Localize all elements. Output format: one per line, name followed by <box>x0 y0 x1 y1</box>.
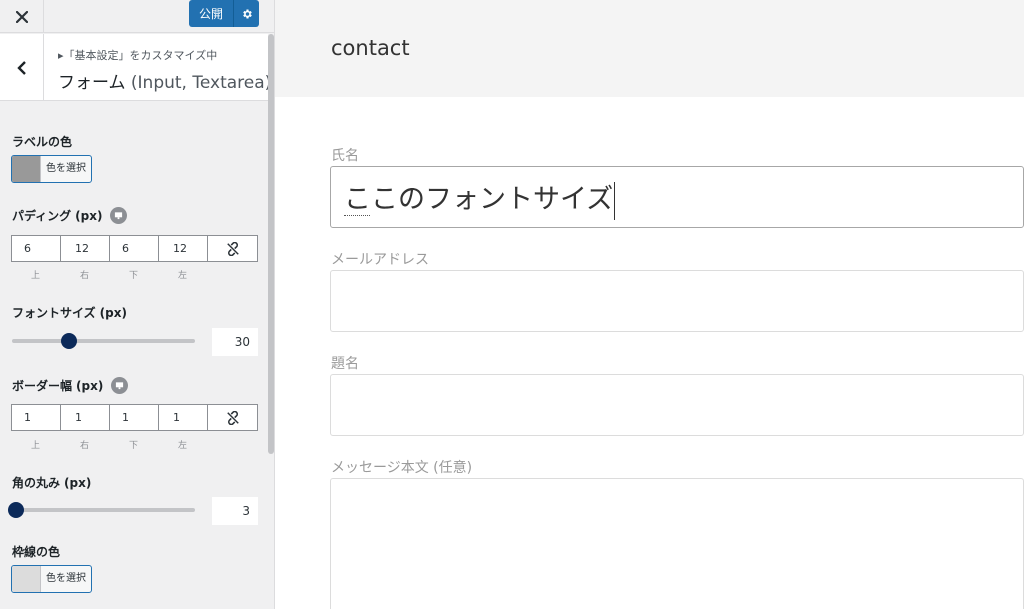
label-color-text: ラベルの色 <box>12 135 73 149</box>
message-textarea[interactable] <box>330 478 1024 609</box>
border-left-input[interactable]: 1 <box>159 405 208 430</box>
font-size-unit: (px) <box>99 305 127 320</box>
radius-value-input[interactable]: 3 <box>212 497 258 525</box>
border-side-labels: 上 右 下 左 <box>11 438 207 451</box>
border-width-unit: (px) <box>76 378 104 393</box>
radius-label-text: 角の丸み <box>12 476 61 490</box>
border-width-label: ボーダー幅 (px) <box>12 377 129 394</box>
customizer-app: 公開 ▸「基本設定」をカスタマイズ中 フォーム (Input, Textarea… <box>0 0 1024 609</box>
email-field-label: メールアドレス <box>331 252 429 268</box>
border-right-input[interactable]: 1 <box>61 405 110 430</box>
radius-slider-thumb[interactable] <box>8 502 24 518</box>
ime-composition-underline <box>344 215 370 216</box>
border-color-swatch <box>12 566 40 592</box>
font-size-label: フォントサイズ (px) <box>12 304 127 321</box>
site-preview: contact 氏名 ここのフォントサイズ メールアドレス 題名 メッセージ本文… <box>275 0 1024 609</box>
font-size-slider-track[interactable] <box>12 339 195 343</box>
side-label-top: 上 <box>30 271 40 281</box>
padding-label: パディング (px) <box>12 207 128 224</box>
section-header: ▸「基本設定」をカスタマイズ中 フォーム (Input, Textarea) <box>0 34 271 101</box>
section-title: フォーム (Input, Textarea) <box>58 68 271 93</box>
sidebar-scrollbar[interactable] <box>268 34 274 454</box>
border-bottom-input[interactable]: 1 <box>110 405 159 430</box>
side-label-bottom: 下 <box>128 441 138 451</box>
padding-bottom-input[interactable]: 6 <box>110 236 159 261</box>
unlink-icon <box>226 410 239 425</box>
name-field-label: 氏名 <box>331 148 359 164</box>
padding-link-toggle[interactable] <box>208 236 257 261</box>
section-title-main: フォーム <box>58 73 126 93</box>
side-label-left: 左 <box>177 271 187 281</box>
close-icon <box>15 10 28 23</box>
gear-icon <box>242 9 252 18</box>
unlink-icon <box>226 241 239 256</box>
email-field[interactable] <box>330 270 1024 332</box>
padding-top-input[interactable]: 6 <box>12 236 61 261</box>
label-color-label: ラベルの色 <box>12 133 72 150</box>
side-label-right: 右 <box>79 271 89 281</box>
radius-label: 角の丸み (px) <box>12 474 91 491</box>
monitor-icon <box>115 212 123 220</box>
name-field-text: ここのフォントサイズ <box>344 177 616 220</box>
padding-label-text: パディング <box>12 209 72 223</box>
border-color-button-text: 色を選択 <box>40 566 91 592</box>
side-label-top: 上 <box>30 441 40 451</box>
section-title-sub: (Input, Textarea) <box>130 73 272 93</box>
padding-inputs: 6 12 6 12 <box>11 235 258 262</box>
subject-field[interactable] <box>330 374 1024 436</box>
publish-settings-button[interactable] <box>234 8 259 20</box>
text-caret <box>614 181 616 220</box>
side-label-bottom: 下 <box>128 271 138 281</box>
label-color-picker-button[interactable]: 色を選択 <box>11 155 92 183</box>
padding-left-input[interactable]: 12 <box>159 236 208 261</box>
breadcrumb: ▸「基本設定」をカスタマイズ中 <box>58 49 218 62</box>
border-color-text: 枠線の色 <box>12 545 61 559</box>
preview-page-header: contact <box>275 0 1024 97</box>
customizer-sidebar: 公開 ▸「基本設定」をカスタマイズ中 フォーム (Input, Textarea… <box>0 0 275 609</box>
padding-unit: (px) <box>75 208 103 223</box>
device-preview-icon[interactable] <box>111 377 129 394</box>
name-field-value: ここのフォントサイズ <box>344 184 614 215</box>
subject-field-label: 題名 <box>331 356 359 372</box>
radius-unit: (px) <box>64 475 92 490</box>
message-field-label: メッセージ本文 (任意) <box>331 460 473 476</box>
font-size-label-text: フォントサイズ <box>12 306 96 320</box>
close-button[interactable] <box>0 0 44 33</box>
publish-button-group: 公開 <box>189 0 259 27</box>
name-field[interactable]: ここのフォントサイズ <box>330 166 1024 228</box>
font-size-value-input[interactable]: 30 <box>212 328 258 356</box>
side-label-right: 右 <box>79 441 89 451</box>
label-color-button-text: 色を選択 <box>40 156 91 182</box>
padding-side-labels: 上 右 下 左 <box>11 268 207 281</box>
side-label-left: 左 <box>177 441 187 451</box>
border-link-toggle[interactable] <box>208 405 257 430</box>
border-color-picker-button[interactable]: 色を選択 <box>11 565 92 593</box>
radius-slider-track[interactable] <box>12 508 195 512</box>
monitor-icon <box>116 382 124 390</box>
border-width-label-text: ボーダー幅 <box>12 379 73 393</box>
page-title: contact <box>331 36 410 60</box>
chevron-left-icon <box>16 60 26 75</box>
device-preview-icon[interactable] <box>110 207 128 224</box>
customizer-topbar: 公開 <box>0 0 274 33</box>
back-button[interactable] <box>0 34 44 101</box>
publish-button[interactable]: 公開 <box>189 5 233 22</box>
font-size-slider-thumb[interactable] <box>61 333 78 349</box>
border-top-input[interactable]: 1 <box>12 405 61 430</box>
border-color-label: 枠線の色 <box>12 543 60 560</box>
padding-right-input[interactable]: 12 <box>61 236 110 261</box>
border-width-inputs: 1 1 1 1 <box>11 404 258 431</box>
label-color-swatch <box>12 156 40 182</box>
